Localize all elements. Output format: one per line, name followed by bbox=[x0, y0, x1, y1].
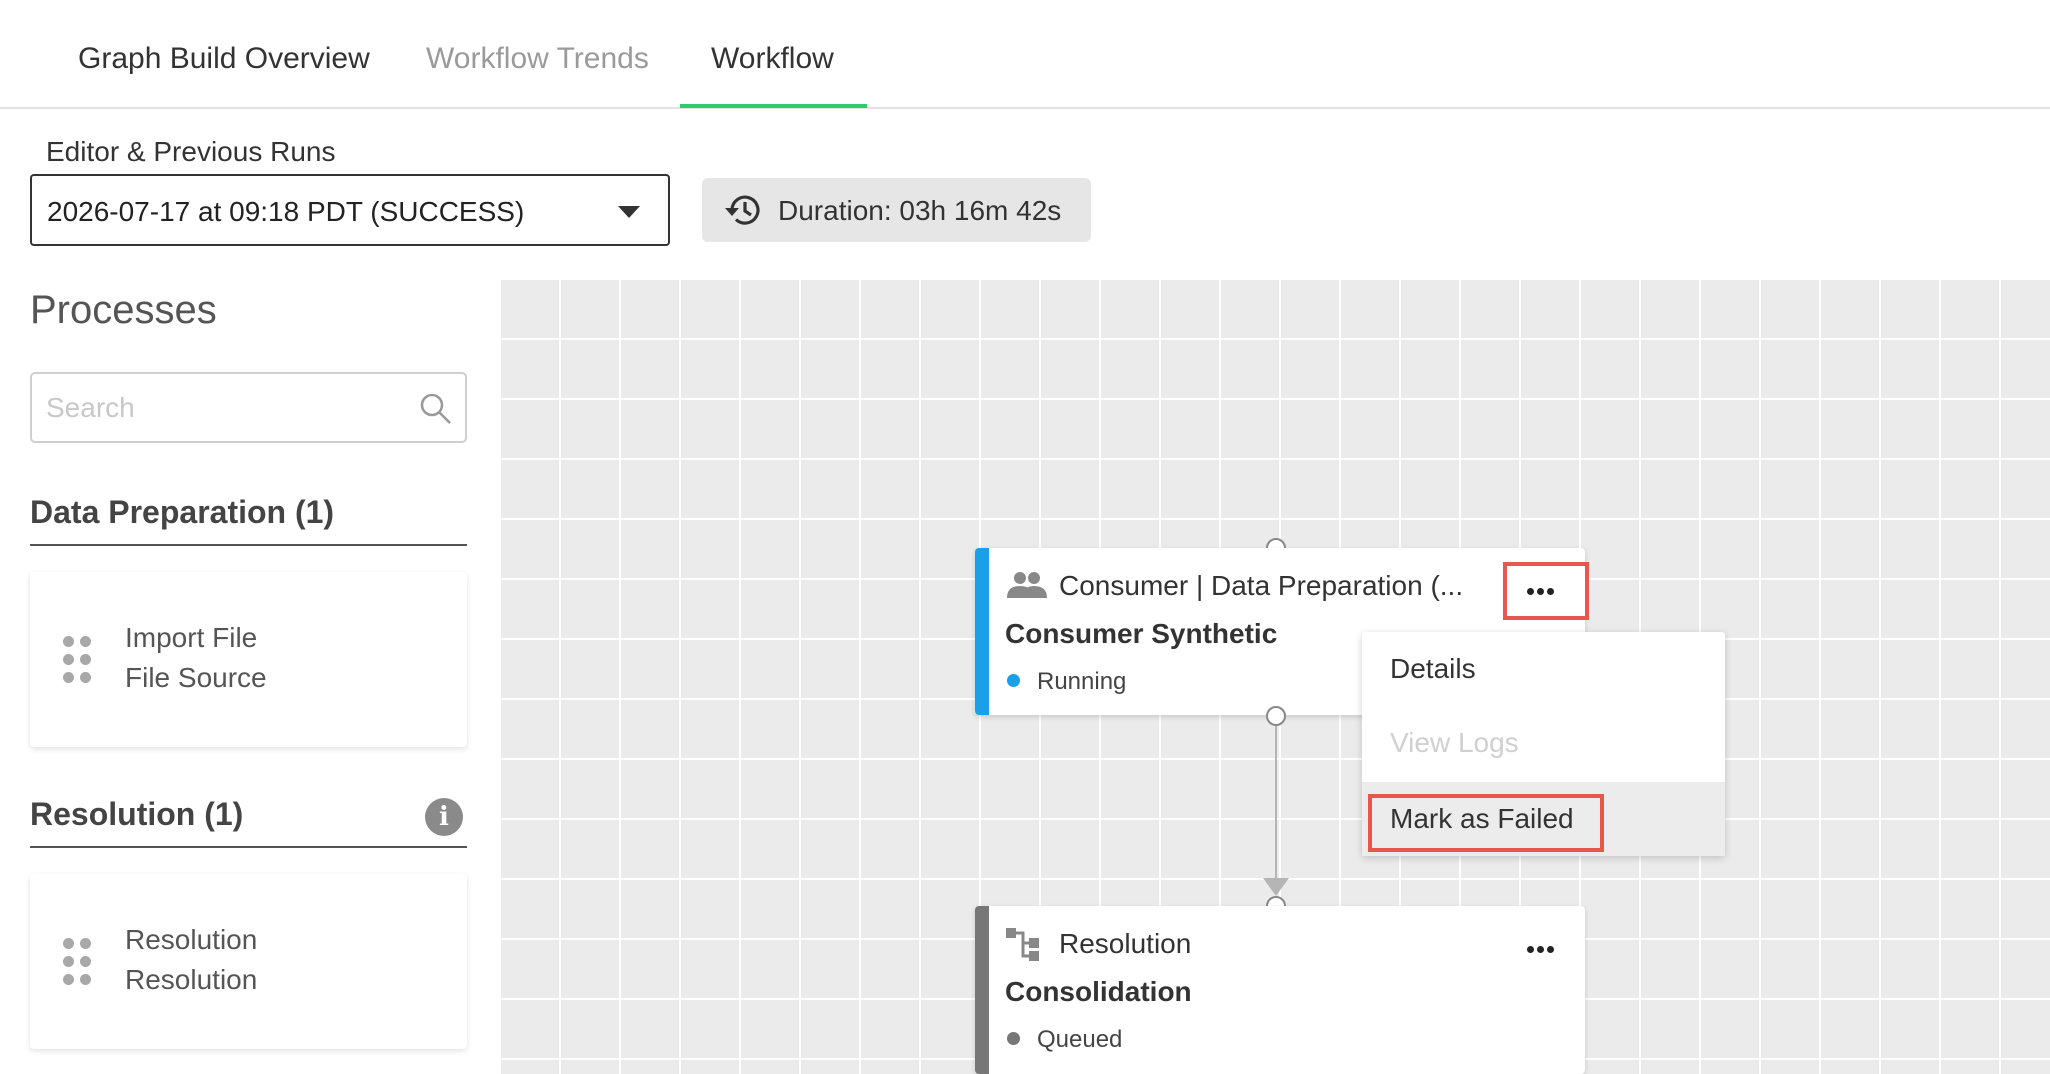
chevron-down-icon bbox=[618, 206, 640, 218]
users-icon bbox=[1007, 572, 1047, 598]
info-icon[interactable]: i bbox=[425, 798, 463, 836]
processes-title: Processes bbox=[30, 288, 217, 332]
flow-icon bbox=[1006, 928, 1039, 961]
runs-select-value: 2026-07-17 at 09:18 PDT (SUCCESS) bbox=[47, 196, 525, 227]
tab-graph-build-overview[interactable]: Graph Build Overview bbox=[78, 42, 370, 76]
search-field[interactable] bbox=[30, 372, 467, 443]
section-data-preparation: Data Preparation (1) bbox=[30, 494, 467, 546]
highlight-more-button bbox=[1503, 562, 1589, 620]
active-tab-indicator bbox=[680, 104, 867, 108]
tab-bar: Graph Build Overview Workflow Trends Wor… bbox=[0, 0, 2050, 109]
edge-arrow-icon bbox=[1263, 878, 1289, 896]
output-port[interactable] bbox=[1266, 706, 1286, 726]
section-title: Resolution (1) bbox=[30, 796, 244, 832]
node-status: Queued bbox=[1037, 1026, 1123, 1053]
node-name: Consolidation bbox=[1005, 976, 1192, 1007]
process-card-import-file[interactable]: Import File File Source bbox=[30, 572, 467, 747]
workflow-edge bbox=[1275, 726, 1277, 886]
section-resolution: Resolution (1) i bbox=[30, 796, 467, 848]
status-dot bbox=[1007, 1032, 1020, 1045]
node-name: Consumer Synthetic bbox=[1005, 618, 1278, 649]
process-name: Resolution bbox=[125, 924, 258, 955]
menu-item-view-logs[interactable]: View Logs bbox=[1362, 706, 1725, 780]
process-type: Resolution bbox=[125, 964, 258, 995]
process-card-resolution[interactable]: Resolution Resolution bbox=[30, 874, 467, 1049]
history-icon bbox=[725, 195, 760, 225]
more-options-icon[interactable] bbox=[1515, 936, 1565, 962]
section-title: Data Preparation (1) bbox=[30, 494, 335, 530]
menu-item-details[interactable]: Details bbox=[1362, 632, 1725, 706]
search-input[interactable] bbox=[46, 390, 406, 426]
node-header: Resolution bbox=[1059, 928, 1192, 959]
node-status: Running bbox=[1037, 668, 1127, 695]
duration-text: Duration: 03h 16m 42s bbox=[778, 195, 1062, 226]
process-type: File Source bbox=[125, 662, 267, 693]
tab-workflow[interactable]: Workflow bbox=[711, 42, 834, 76]
duration-badge: Duration: 03h 16m 42s bbox=[702, 178, 1091, 242]
highlight-mark-as-failed bbox=[1368, 794, 1604, 852]
runs-select[interactable]: 2026-07-17 at 09:18 PDT (SUCCESS) bbox=[30, 174, 670, 246]
node-status-bar bbox=[975, 906, 989, 1074]
node-header: Consumer | Data Preparation (... bbox=[1059, 570, 1464, 601]
status-dot bbox=[1007, 674, 1020, 687]
node-status-bar bbox=[975, 548, 989, 715]
search-icon bbox=[420, 393, 451, 424]
runs-label: Editor & Previous Runs bbox=[46, 136, 336, 167]
drag-handle-icon[interactable] bbox=[63, 938, 93, 986]
drag-handle-icon[interactable] bbox=[63, 636, 93, 684]
tab-workflow-trends[interactable]: Workflow Trends bbox=[426, 42, 649, 76]
process-name: Import File bbox=[125, 622, 258, 653]
workflow-node-consolidation[interactable]: Resolution Consolidation Queued bbox=[975, 906, 1585, 1074]
